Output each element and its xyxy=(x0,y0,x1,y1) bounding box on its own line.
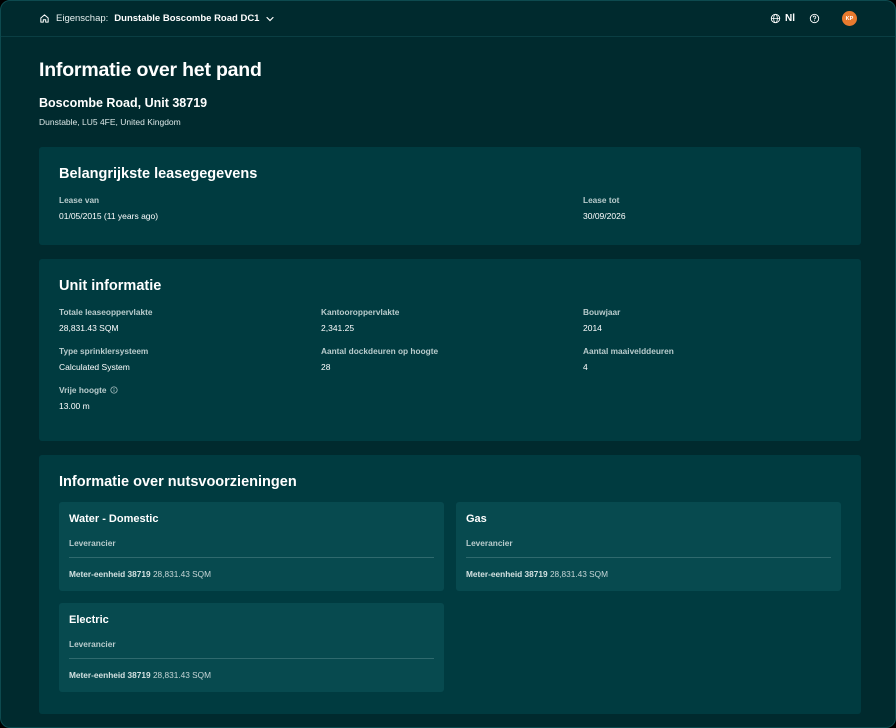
meter-label: Meter-eenheid 38719 xyxy=(69,569,151,579)
lease-from-field: Lease van 01/05/2015 (11 years ago) xyxy=(59,195,583,221)
avatar[interactable]: KP xyxy=(842,11,857,26)
lease-details-card: Belangrijkste leasegegevens Lease van 01… xyxy=(39,147,861,245)
field-value: 28 xyxy=(321,362,331,372)
field-label: Bouwjaar xyxy=(583,307,621,317)
meter-value: 28,831.43 SQM xyxy=(152,569,212,579)
build-year-field: Bouwjaar 2014 xyxy=(583,307,841,333)
ground-doors-field: Aantal maaivelddeuren 4 xyxy=(583,346,841,372)
divider xyxy=(69,557,434,558)
address-line-2: Dunstable, LU5 4FE, United Kingdom xyxy=(39,117,181,127)
lease-to-field: Lease tot 30/09/2026 xyxy=(583,195,841,221)
field-value: 2014 xyxy=(583,323,602,333)
globe-icon xyxy=(770,13,781,24)
page-title: Informatie over het pand xyxy=(39,59,262,81)
app-window: Eigenschap: Dunstable Boscombe Road DC1 … xyxy=(0,0,896,728)
language-label: Nl xyxy=(785,13,795,24)
address-line-1: Boscombe Road, Unit 38719 xyxy=(39,96,208,110)
property-name: Dunstable Boscombe Road DC1 xyxy=(114,13,260,24)
lease-fields: Lease van 01/05/2015 (11 years ago) Leas… xyxy=(59,195,841,221)
language-selector[interactable]: Nl xyxy=(770,13,795,24)
meter-value: 28,831.43 SQM xyxy=(152,670,212,680)
meter-label: Meter-eenheid 38719 xyxy=(69,670,151,680)
field-value: 30/09/2026 xyxy=(583,211,626,221)
office-area-field: Kantooroppervlakte 2,341.25 xyxy=(321,307,583,333)
property-label: Eigenschap: xyxy=(56,13,109,24)
utility-supplier-label: Leverancier xyxy=(466,538,513,548)
field-value: 28,831.43 SQM xyxy=(59,323,119,333)
field-value: 4 xyxy=(583,362,588,372)
utility-name: Electric xyxy=(69,614,109,626)
field-value: 2,341.25 xyxy=(321,323,355,333)
info-icon[interactable] xyxy=(110,386,119,394)
utility-meter: Meter-eenheid 38719 28,831.43 SQM xyxy=(69,569,434,579)
topbar-actions: Nl KP xyxy=(770,11,857,26)
divider xyxy=(69,658,434,659)
field-value: Calculated System xyxy=(59,362,130,372)
utility-card-gas: Gas Leverancier Meter-eenheid 38719 28,8… xyxy=(456,502,841,591)
unit-info-card: Unit informatie Totale leaseoppervlakte … xyxy=(39,259,861,441)
field-label: Vrije hoogte xyxy=(59,385,107,395)
field-label: Type sprinklersysteem xyxy=(59,346,149,356)
field-value: 13.00 m xyxy=(59,401,90,411)
utilities-card: Informatie over nutsvoorzieningen Water … xyxy=(39,455,861,714)
meter-label: Meter-eenheid 38719 xyxy=(466,569,548,579)
help-icon[interactable] xyxy=(809,13,820,24)
field-value: 01/05/2015 (11 years ago) xyxy=(59,211,159,221)
meter-value: 28,831.43 SQM xyxy=(549,569,609,579)
lease-card-title: Belangrijkste leasegegevens xyxy=(59,166,258,182)
property-selector[interactable]: Eigenschap: Dunstable Boscombe Road DC1 xyxy=(39,13,275,24)
field-label: Aantal dockdeuren op hoogte xyxy=(321,346,439,356)
clear-height-field: Vrije hoogte 13.00 m xyxy=(59,385,321,411)
unit-fields: Totale leaseoppervlakte 28,831.43 SQM Ka… xyxy=(59,307,841,411)
main-content: Informatie over het pand Boscombe Road, … xyxy=(1,37,895,714)
unit-card-title: Unit informatie xyxy=(59,278,162,294)
field-label: Aantal maaivelddeuren xyxy=(583,346,674,356)
field-label: Kantooroppervlakte xyxy=(321,307,400,317)
utilities-card-title: Informatie over nutsvoorzieningen xyxy=(59,474,297,490)
dock-doors-field: Aantal dockdeuren op hoogte 28 xyxy=(321,346,583,372)
utility-meter: Meter-eenheid 38719 28,831.43 SQM xyxy=(466,569,831,579)
utilities-grid: Water - Domestic Leverancier Meter-eenhe… xyxy=(59,502,841,692)
utility-card-electric: Electric Leverancier Meter-eenheid 38719… xyxy=(59,603,444,692)
utility-supplier-label: Leverancier xyxy=(69,639,116,649)
total-lease-area-field: Totale leaseoppervlakte 28,831.43 SQM xyxy=(59,307,321,333)
chevron-down-icon[interactable] xyxy=(265,14,275,24)
field-label: Totale leaseoppervlakte xyxy=(59,307,153,317)
field-label: Lease van xyxy=(59,195,100,205)
divider xyxy=(466,557,831,558)
utility-name: Water - Domestic xyxy=(69,513,159,525)
top-bar: Eigenschap: Dunstable Boscombe Road DC1 … xyxy=(1,1,895,37)
utility-supplier-label: Leverancier xyxy=(69,538,116,548)
sprinkler-type-field: Type sprinklersysteem Calculated System xyxy=(59,346,321,372)
utility-meter: Meter-eenheid 38719 28,831.43 SQM xyxy=(69,670,434,680)
field-label: Lease tot xyxy=(583,195,620,205)
utility-card-water: Water - Domestic Leverancier Meter-eenhe… xyxy=(59,502,444,591)
utility-name: Gas xyxy=(466,513,487,525)
home-icon xyxy=(39,13,50,24)
